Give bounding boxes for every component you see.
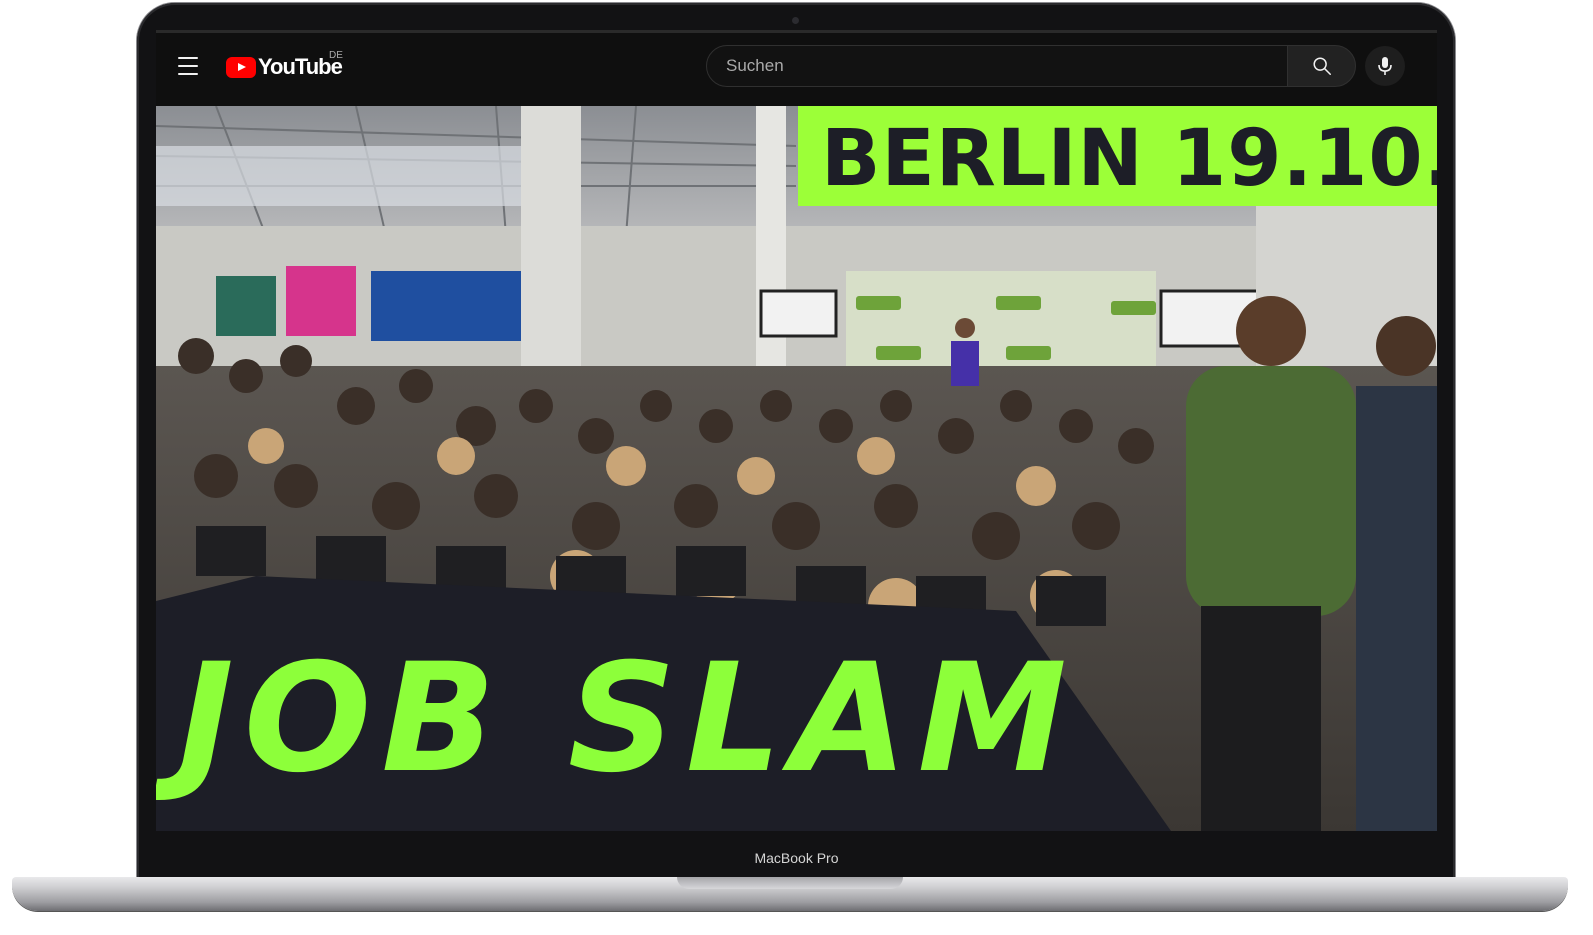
video-thumbnail[interactable]: BERLIN 19.10.24 JOB SLAM bbox=[156, 106, 1437, 831]
youtube-logo-icon bbox=[226, 56, 256, 78]
search-button[interactable] bbox=[1287, 45, 1356, 87]
screen: YouTube DE Suchen BERLIN 19.10 JOB SLAM bbox=[156, 30, 1437, 831]
base-notch bbox=[677, 877, 903, 889]
search-input[interactable] bbox=[724, 55, 1287, 77]
youtube-header: YouTube DE bbox=[156, 30, 1437, 106]
camera-dot bbox=[792, 17, 799, 24]
headline-text: JOB SLAM bbox=[178, 632, 1077, 806]
youtube-logo[interactable]: YouTube bbox=[226, 54, 343, 80]
voice-search-button[interactable] bbox=[1365, 46, 1405, 86]
search-icon bbox=[1312, 57, 1331, 75]
microphone-icon bbox=[1378, 57, 1392, 75]
device-label: MacBook Pro bbox=[754, 850, 839, 866]
laptop-base bbox=[12, 877, 1568, 911]
menu-icon[interactable] bbox=[178, 57, 198, 75]
region-code: DE bbox=[329, 50, 343, 61]
search-box bbox=[706, 45, 1288, 87]
